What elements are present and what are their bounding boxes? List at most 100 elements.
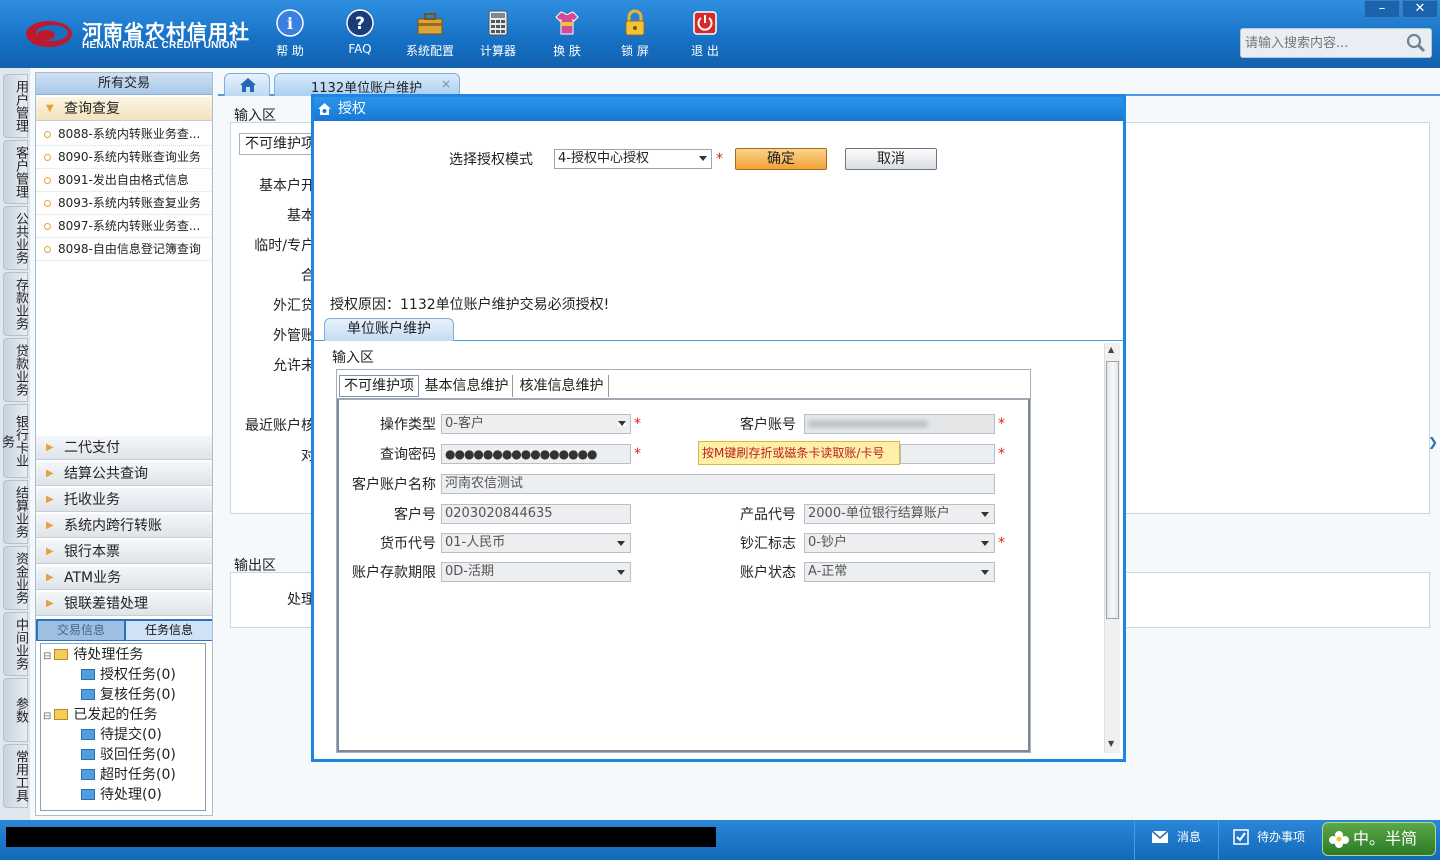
checkbox-icon — [1233, 829, 1249, 845]
confirm-button[interactable]: 确定 — [735, 148, 827, 170]
subtab-readonly[interactable]: 不可维护项 — [339, 375, 419, 397]
vtab-settlement[interactable]: 结算业务 — [3, 480, 28, 544]
search-box — [1240, 28, 1432, 58]
nav-item[interactable]: 8093-系统内转账查复业务 — [36, 192, 212, 215]
product-select[interactable]: 2000-单位银行结算账户 — [804, 504, 995, 524]
todo-button[interactable]: 待办事项 — [1218, 820, 1318, 860]
nav-group-query[interactable]: ▼ 查询查复 — [36, 97, 212, 121]
inner-tab-account-maintenance[interactable]: 单位账户维护 — [324, 318, 454, 341]
op-type-select[interactable]: 0-客户 — [441, 414, 631, 434]
subtab-approval-info[interactable]: 核准信息维护 — [515, 375, 609, 397]
help-label: 帮 助 — [276, 44, 304, 58]
cust-no-field[interactable]: 0203020844635 — [441, 504, 631, 524]
task-tabs: 交易信息 任务信息 — [36, 619, 212, 641]
blurred-account-icon — [808, 420, 928, 428]
caret-right-icon: ▶ — [46, 520, 54, 531]
tree-node[interactable]: 超时任务(0) — [81, 766, 176, 784]
nav-group[interactable]: ▶ 二代支付 — [36, 436, 212, 460]
message-button[interactable]: 消息 — [1134, 820, 1216, 860]
tree-label: 驳回任务(0) — [100, 747, 176, 763]
cash-flag-label: 钞汇标志 — [740, 536, 796, 552]
nav-item[interactable]: 8097-系统内转账业务查... — [36, 215, 212, 238]
vtab-user-management[interactable]: 用户管理 — [3, 74, 28, 138]
acct-name-field[interactable]: 河南农信测试 — [441, 474, 995, 494]
help-button[interactable]: i 帮 助 — [260, 8, 320, 62]
search-input[interactable] — [1245, 33, 1405, 53]
ime-label: 中。半简 — [1353, 829, 1418, 848]
tab-1132-account-maintenance[interactable]: 1132单位账户维护 × — [274, 73, 460, 96]
tab-transaction-info[interactable]: 交易信息 — [38, 621, 124, 640]
nav-item[interactable]: 8090-系统内转账查询业务 — [36, 146, 212, 169]
nav-group-label: 结算公共查询 — [64, 466, 148, 482]
lock-screen-button[interactable]: 锁 屏 — [605, 8, 665, 62]
vtab-common-tools[interactable]: 常用工具 — [3, 744, 28, 808]
acct-no-label: 客户账号 — [740, 417, 796, 433]
vtab-loan[interactable]: 贷款业务 — [3, 338, 28, 402]
scroll-up-icon[interactable]: ▲ — [1108, 345, 1114, 354]
bullet-icon — [44, 131, 51, 138]
acct-status-select[interactable]: A-正常 — [804, 562, 995, 582]
cash-flag-select[interactable]: 0-钞户 — [804, 533, 995, 553]
side-expand-arrow-icon[interactable]: ❯ — [1428, 435, 1438, 455]
card-read-tooltip: 按M键刷存折或磁条卡读取账/卡号 — [698, 441, 900, 465]
ime-indicator[interactable]: 中。半简 — [1322, 822, 1436, 856]
tree-node-pending[interactable]: ⊟ 待处理任务 — [43, 646, 143, 666]
vtab-funds[interactable]: 资金业务 — [3, 546, 28, 610]
todo-label: 待办事项 — [1257, 830, 1306, 844]
status-bar: 消息 待办事项 中。半简 — [0, 820, 1440, 860]
scroll-thumb[interactable] — [1106, 361, 1119, 619]
currency-select[interactable]: 01-人民币 — [441, 533, 631, 553]
acct-status-value: A-正常 — [808, 564, 848, 579]
vtab-intermediary[interactable]: 中间业务 — [3, 612, 28, 676]
logout-button[interactable]: 退 出 — [675, 8, 735, 62]
nav-group-label: 银行本票 — [64, 544, 120, 560]
close-window-button[interactable]: ✕ — [1402, 0, 1438, 18]
nav-item[interactable]: 8098-自由信息登记簿查询 — [36, 238, 212, 261]
cancel-button[interactable]: 取消 — [845, 148, 937, 170]
minimize-button[interactable]: – — [1364, 0, 1400, 18]
tree-node-initiated[interactable]: ⊟ 已发起的任务 — [43, 706, 157, 726]
subtab-basic-info[interactable]: 基本信息维护 — [421, 375, 513, 397]
term-select[interactable]: 0D-活期 — [441, 562, 631, 582]
vtab-deposit[interactable]: 存款业务 — [3, 272, 28, 336]
nav-item[interactable]: 8088-系统内转账业务查... — [36, 123, 212, 146]
tree-node[interactable]: 驳回任务(0) — [81, 746, 176, 764]
faq-button[interactable]: ? FAQ — [330, 8, 390, 62]
nav-group[interactable]: ▶ ATM业务 — [36, 566, 212, 590]
vtab-customer-management[interactable]: 客户管理 — [3, 140, 28, 204]
nav-group[interactable]: ▶ 银行本票 — [36, 540, 212, 564]
caret-right-icon: ▶ — [46, 494, 54, 505]
nav-group[interactable]: ▶ 结算公共查询 — [36, 462, 212, 486]
nav-item[interactable]: 8091-发出自由格式信息 — [36, 169, 212, 192]
dialog-scrollbar[interactable]: ▲ ▼ — [1104, 343, 1120, 753]
vtab-bank-card[interactable]: 银行卡业务 — [0, 404, 28, 478]
nav-item-label: 8088-系统内转账业务查... — [58, 127, 201, 141]
vtab-parameters[interactable]: 参数 — [3, 678, 28, 742]
close-tab-icon[interactable]: × — [441, 77, 451, 91]
auth-mode-label: 选择授权模式 — [449, 152, 533, 168]
scroll-down-icon[interactable]: ▼ — [1108, 739, 1114, 748]
calculator-button[interactable]: 计算器 — [468, 8, 528, 62]
tree-node[interactable]: 待提交(0) — [81, 726, 162, 744]
vtab-public-business[interactable]: 公共业务 — [3, 206, 28, 270]
tree-node[interactable]: 复核任务(0) — [81, 686, 176, 704]
nav-group[interactable]: ▶ 系统内跨行转账 — [36, 514, 212, 538]
tree-node[interactable]: 待处理(0) — [81, 786, 162, 804]
system-config-button[interactable]: 系统配置 — [400, 8, 460, 62]
auth-mode-select[interactable]: 4-授权中心授权 — [554, 149, 712, 169]
svg-text:?: ? — [355, 14, 365, 34]
tab-task-info[interactable]: 任务信息 — [126, 621, 212, 640]
bg-tab-readonly[interactable]: 不可维护项 — [239, 133, 319, 155]
tree-node[interactable]: 授权任务(0) — [81, 666, 176, 684]
nav-group[interactable]: ▶ 银联差错处理 — [36, 592, 212, 616]
home-tab[interactable] — [224, 73, 270, 96]
nav-group-label: 二代支付 — [64, 440, 120, 456]
nav-group[interactable]: ▶ 托收业务 — [36, 488, 212, 512]
change-skin-button[interactable]: 换 肤 — [537, 8, 597, 62]
card-no-field[interactable] — [900, 444, 995, 464]
search-icon[interactable] — [1405, 32, 1427, 54]
op-type-label: 操作类型 — [380, 417, 436, 433]
main-tab-bar: 1132单位账户维护 × — [218, 70, 1440, 96]
query-pwd-field[interactable]: ●●●●●●●●●●●●●●●● — [441, 444, 631, 464]
acct-no-field[interactable] — [804, 414, 995, 434]
